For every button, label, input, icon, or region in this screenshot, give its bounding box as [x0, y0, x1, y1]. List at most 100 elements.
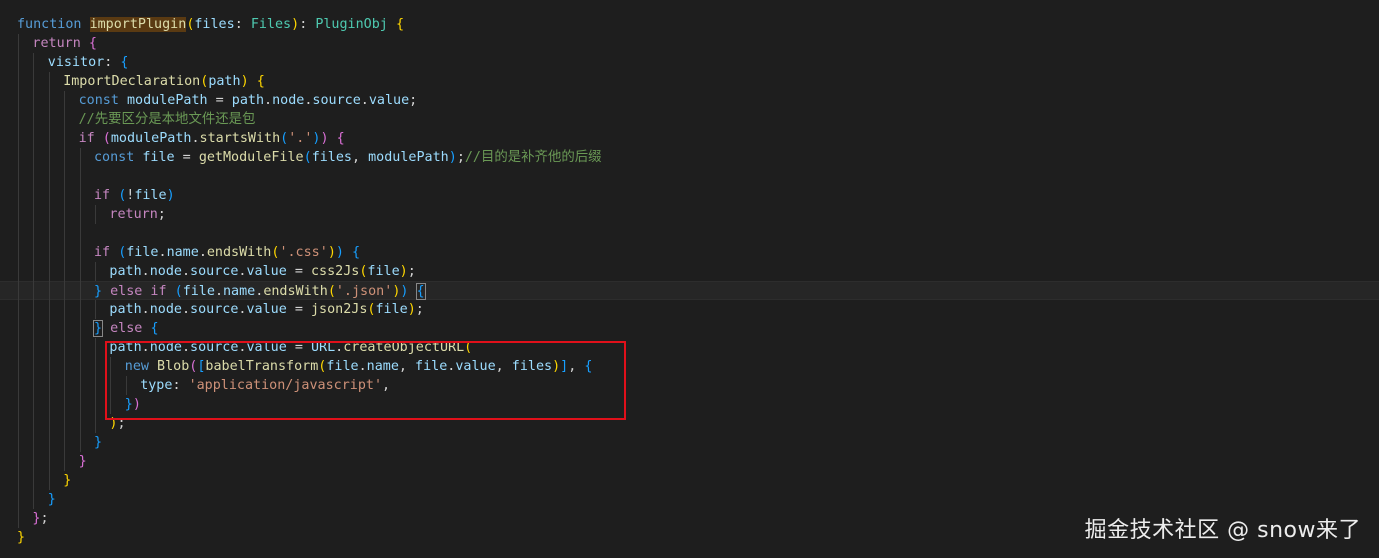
code-token: )	[407, 302, 416, 317]
code-token: '.json'	[335, 284, 393, 299]
code-text: };	[32, 509, 48, 528]
code-token: '.'	[288, 131, 313, 146]
code-line[interactable]: path.node.source.value = css2Js(file);	[0, 262, 1379, 281]
code-token: files	[311, 150, 352, 165]
code-token: name	[166, 245, 199, 260]
code-line[interactable]: function importPlugin(files: Files): Plu…	[0, 15, 1379, 34]
code-text: } else {	[92, 319, 159, 338]
code-text: path.node.source.value = json2Js(file);	[109, 300, 423, 319]
code-line[interactable]: if (file.name.endsWith('.css')) {	[0, 243, 1379, 262]
code-line[interactable]: const modulePath = path.node.source.valu…	[0, 91, 1379, 110]
code-token: .	[181, 302, 191, 317]
code-line[interactable]: ImportDeclaration(path) {	[0, 72, 1379, 91]
code-token: path	[208, 74, 241, 89]
code-token: else	[102, 321, 151, 336]
code-token: {	[150, 321, 159, 336]
code-token: file	[375, 302, 408, 317]
code-token: )	[327, 245, 336, 260]
code-token: visitor	[47, 55, 105, 70]
code-line[interactable]: path.node.source.value = json2Js(file);	[0, 300, 1379, 319]
code-token: (	[303, 150, 312, 165]
indent-guide	[95, 205, 96, 224]
code-token: source	[190, 302, 239, 317]
code-token: if	[94, 245, 119, 260]
code-token: .	[181, 264, 191, 279]
code-token: .	[264, 93, 273, 108]
code-token: file	[142, 150, 175, 165]
code-token: )	[335, 245, 344, 260]
watermark: 掘金技术社区 @ snow来了	[1084, 518, 1361, 543]
code-text: const modulePath = path.node.source.valu…	[79, 91, 418, 110]
code-token: )	[291, 17, 300, 32]
code-token: {	[120, 55, 129, 70]
code-text: //先要区分是本地文件还是包	[79, 110, 256, 129]
code-token: importPlugin	[89, 17, 187, 32]
code-line[interactable]: }	[0, 490, 1379, 509]
code-token: ;	[415, 302, 424, 317]
code-token: startsWith	[199, 131, 281, 146]
code-text: }	[17, 528, 25, 547]
code-text: return;	[109, 205, 165, 224]
code-line[interactable]: return;	[0, 205, 1379, 224]
code-line[interactable]	[0, 167, 1379, 186]
code-text: if (modulePath.startsWith('.')) {	[79, 129, 345, 148]
code-line[interactable]: } else if (file.name.endsWith('.json')) …	[0, 281, 1379, 300]
code-line[interactable]: }	[0, 452, 1379, 471]
code-line[interactable]: //先要区分是本地文件还是包	[0, 110, 1379, 129]
code-token: :	[104, 55, 121, 70]
code-line[interactable]: return {	[0, 34, 1379, 53]
code-token: :	[299, 17, 316, 32]
code-text: const file = getModuleFile(files, module…	[94, 148, 602, 167]
code-token: const	[94, 150, 143, 165]
code-token: file	[126, 245, 159, 260]
code-token: .	[191, 131, 200, 146]
code-token: file	[134, 188, 167, 203]
code-token: getModuleFile	[198, 150, 304, 165]
code-token: .	[198, 245, 207, 260]
code-line[interactable]: }	[0, 471, 1379, 490]
code-editor[interactable]: function importPlugin(files: Files): Plu…	[0, 0, 1379, 558]
code-token: value	[368, 93, 410, 108]
code-token: {	[336, 131, 345, 146]
code-token: .	[214, 284, 223, 299]
code-token: {	[395, 17, 404, 32]
code-token: ;	[409, 93, 418, 108]
code-token: ;	[40, 511, 49, 526]
code-token: endsWith	[206, 245, 272, 260]
code-token: value	[246, 302, 287, 317]
code-token: ;	[407, 264, 416, 279]
code-token: modulePath	[110, 131, 192, 146]
code-token: node	[149, 264, 182, 279]
code-token: (	[174, 284, 183, 299]
code-token: .	[158, 245, 167, 260]
code-token: const	[78, 93, 127, 108]
code-text: }	[63, 471, 71, 490]
code-line[interactable]: } else {	[0, 319, 1379, 338]
code-token: ,	[352, 150, 369, 165]
indent-guide	[48, 72, 50, 490]
code-token: {	[415, 283, 426, 300]
code-token: if	[94, 188, 119, 203]
code-line[interactable]: }	[0, 433, 1379, 452]
code-token: css2Js	[310, 264, 360, 279]
code-token: )	[399, 264, 408, 279]
code-line[interactable]: const file = getModuleFile(files, module…	[0, 148, 1379, 167]
code-token: value	[246, 264, 287, 279]
code-token: ;	[456, 150, 465, 165]
code-token: .	[360, 93, 369, 108]
code-token: }	[94, 435, 103, 450]
code-token: node	[149, 302, 182, 317]
code-token: json2Js	[310, 302, 368, 317]
code-line[interactable]: visitor: {	[0, 53, 1379, 72]
code-line[interactable]	[0, 224, 1379, 243]
indent-guide	[64, 91, 66, 471]
code-line[interactable]: if (modulePath.startsWith('.')) {	[0, 129, 1379, 148]
code-text: }	[48, 490, 56, 509]
code-token: function	[17, 17, 90, 32]
code-token: '.css'	[279, 245, 328, 260]
code-line[interactable]: if (!file)	[0, 186, 1379, 205]
code-token: else if	[102, 284, 175, 299]
